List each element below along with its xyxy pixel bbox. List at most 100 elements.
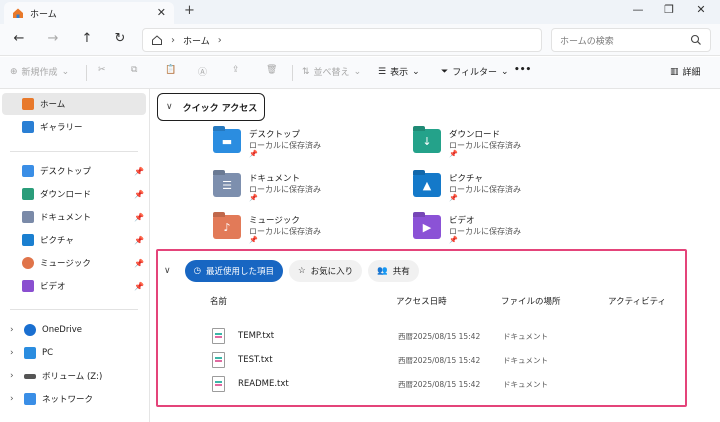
rename-icon[interactable]: Ⓐ xyxy=(198,65,207,78)
folder-music[interactable]: ♪ ミュージック ローカルに保存済み 📌 xyxy=(213,213,403,249)
sidebar-item-pictures[interactable]: ピクチャ 📌 xyxy=(2,229,146,251)
search-icon xyxy=(690,34,701,45)
download-folder-icon: ↓ xyxy=(413,129,441,153)
folder-desktop[interactable]: ▬ デスクトップ ローカルに保存済み 📌 xyxy=(213,127,403,163)
quick-access-header[interactable]: ∨ クイック アクセス xyxy=(157,93,265,121)
column-header-accessed[interactable]: アクセス日時 xyxy=(396,295,447,307)
details-pane-icon: ▥ xyxy=(670,66,679,77)
minimize-button[interactable]: — xyxy=(628,3,648,16)
sidebar-item-label: ミュージック xyxy=(40,259,91,269)
chevron-right-icon[interactable]: › xyxy=(10,371,14,381)
column-header-activity[interactable]: アクティビティ xyxy=(608,295,666,307)
recent-tabs: ∨ ◷ 最近使用した項目 ☆ お気に入り 👥 共有 xyxy=(164,260,419,282)
chevron-right-icon[interactable]: › xyxy=(10,325,14,335)
file-row[interactable]: README.txt 西暦2025/08/15 15:42 ドキュメント xyxy=(212,375,682,395)
pictures-icon xyxy=(22,234,34,246)
view-button[interactable]: ☰ 表示 ⌄ xyxy=(378,65,420,79)
cut-icon[interactable]: ✂ xyxy=(98,65,106,75)
folder-name: ドキュメント xyxy=(249,174,301,184)
copy-icon[interactable]: ⧉ xyxy=(131,65,137,75)
file-row[interactable]: TEST.txt 西暦2025/08/15 15:42 ドキュメント xyxy=(212,351,682,371)
delete-icon[interactable]: 🗑 xyxy=(266,65,277,75)
details-button[interactable]: ▥ 詳細 xyxy=(670,65,701,79)
sort-button[interactable]: ⇅ 並べ替え ⌄ xyxy=(302,65,361,79)
chevron-right-icon[interactable]: › xyxy=(10,348,14,358)
sidebar-item-videos[interactable]: ビデオ 📌 xyxy=(2,275,146,297)
add-tab-icon[interactable]: + xyxy=(184,3,195,18)
pin-icon[interactable]: 📌 xyxy=(134,167,144,176)
pin-icon: 📌 xyxy=(249,150,258,158)
video-icon xyxy=(22,280,34,292)
video-folder-icon: ▶ xyxy=(413,215,441,239)
sidebar-item-pc[interactable]: › PC xyxy=(2,342,146,364)
sidebar-item-gallery[interactable]: ギャラリー xyxy=(2,116,146,138)
close-window-button[interactable]: ✕ xyxy=(691,3,711,16)
search-input[interactable]: ホームの検索 xyxy=(551,28,711,52)
paste-icon[interactable]: 📋 xyxy=(165,65,176,75)
view-icon: ☰ xyxy=(378,66,387,77)
refresh-icon[interactable]: ↻ xyxy=(111,31,129,46)
tab-favorites[interactable]: ☆ お気に入り xyxy=(289,260,363,282)
column-header-location[interactable]: ファイルの場所 xyxy=(501,295,561,307)
folder-pictures[interactable]: ▲ ピクチャ ローカルに保存済み 📌 xyxy=(413,171,603,207)
sidebar-item-volume-z[interactable]: › ボリューム (Z:) xyxy=(2,365,146,387)
filter-button[interactable]: ⏷ フィルター ⌄ xyxy=(441,65,509,79)
folder-name: ピクチャ xyxy=(449,174,483,184)
chevron-right-icon[interactable]: › xyxy=(10,394,14,404)
pin-icon: 📌 xyxy=(449,236,458,244)
file-date: 西暦2025/08/15 15:42 xyxy=(398,332,481,341)
new-label: 新規作成 xyxy=(21,68,58,78)
sidebar-item-music[interactable]: ミュージック 📌 xyxy=(2,252,146,274)
breadcrumb-home[interactable]: ホーム xyxy=(183,34,210,47)
pin-icon: 📌 xyxy=(249,194,258,202)
sidebar-divider xyxy=(10,309,138,310)
download-icon xyxy=(22,188,34,200)
sidebar-divider xyxy=(10,151,138,152)
tab-home[interactable]: ホーム ✕ xyxy=(4,2,174,24)
chevron-down-icon[interactable]: ∨ xyxy=(164,266,171,276)
more-options-button[interactable]: ••• xyxy=(514,65,531,75)
folder-status: ローカルに保存済み xyxy=(249,227,321,236)
file-row[interactable]: TEMP.txt 西暦2025/08/15 15:42 ドキュメント xyxy=(212,327,682,347)
close-icon[interactable]: ✕ xyxy=(157,6,166,19)
maximize-button[interactable]: ❐ xyxy=(659,3,679,16)
share-icon[interactable]: ⇪ xyxy=(232,65,240,75)
music-icon xyxy=(22,257,34,269)
sidebar-item-label: ドキュメント xyxy=(40,213,92,223)
column-header-name[interactable]: 名前 xyxy=(210,295,227,307)
pin-icon: 📌 xyxy=(249,236,258,244)
sidebar-item-onedrive[interactable]: › OneDrive xyxy=(2,319,146,341)
sidebar-item-downloads[interactable]: ダウンロード 📌 xyxy=(2,183,146,205)
sidebar-item-network[interactable]: › ネットワーク xyxy=(2,388,146,410)
tab-shared[interactable]: 👥 共有 xyxy=(368,260,419,282)
folder-status: ローカルに保存済み xyxy=(449,141,521,150)
folder-downloads[interactable]: ↓ ダウンロード ローカルに保存済み 📌 xyxy=(413,127,603,163)
pin-icon[interactable]: 📌 xyxy=(134,213,144,222)
sidebar-item-desktop[interactable]: デスクトップ 📌 xyxy=(2,160,146,182)
sidebar-item-documents[interactable]: ドキュメント 📌 xyxy=(2,206,146,228)
pin-icon[interactable]: 📌 xyxy=(134,236,144,245)
folder-documents[interactable]: ☰ ドキュメント ローカルに保存済み 📌 xyxy=(213,171,403,207)
pin-icon[interactable]: 📌 xyxy=(134,282,144,291)
forward-arrow-icon[interactable]: → xyxy=(44,31,62,46)
folder-status: ローカルに保存済み xyxy=(249,185,321,194)
file-location: ドキュメント xyxy=(503,356,548,365)
pin-icon: 📌 xyxy=(449,150,458,158)
search-placeholder: ホームの検索 xyxy=(560,36,614,47)
text-file-icon xyxy=(212,328,225,344)
up-arrow-icon[interactable]: ↑ xyxy=(78,31,96,46)
chevron-down-icon: ⌄ xyxy=(412,66,420,77)
computer-icon xyxy=(24,347,36,359)
new-button[interactable]: ⊕ 新規作成 ⌄ xyxy=(10,65,69,79)
sidebar-item-home[interactable]: ホーム xyxy=(2,93,146,115)
pin-icon[interactable]: 📌 xyxy=(134,190,144,199)
address-bar[interactable]: › ホーム › xyxy=(142,28,542,52)
pin-icon[interactable]: 📌 xyxy=(134,259,144,268)
chevron-right-icon[interactable]: › xyxy=(218,35,222,46)
tab-recent[interactable]: ◷ 最近使用した項目 xyxy=(184,260,284,282)
folder-name: デスクトップ xyxy=(249,130,301,140)
folder-videos[interactable]: ▶ ビデオ ローカルに保存済み 📌 xyxy=(413,213,603,249)
sidebar-item-label: PC xyxy=(42,348,54,358)
back-arrow-icon[interactable]: ← xyxy=(10,31,28,46)
tab-label: 共有 xyxy=(392,267,410,277)
